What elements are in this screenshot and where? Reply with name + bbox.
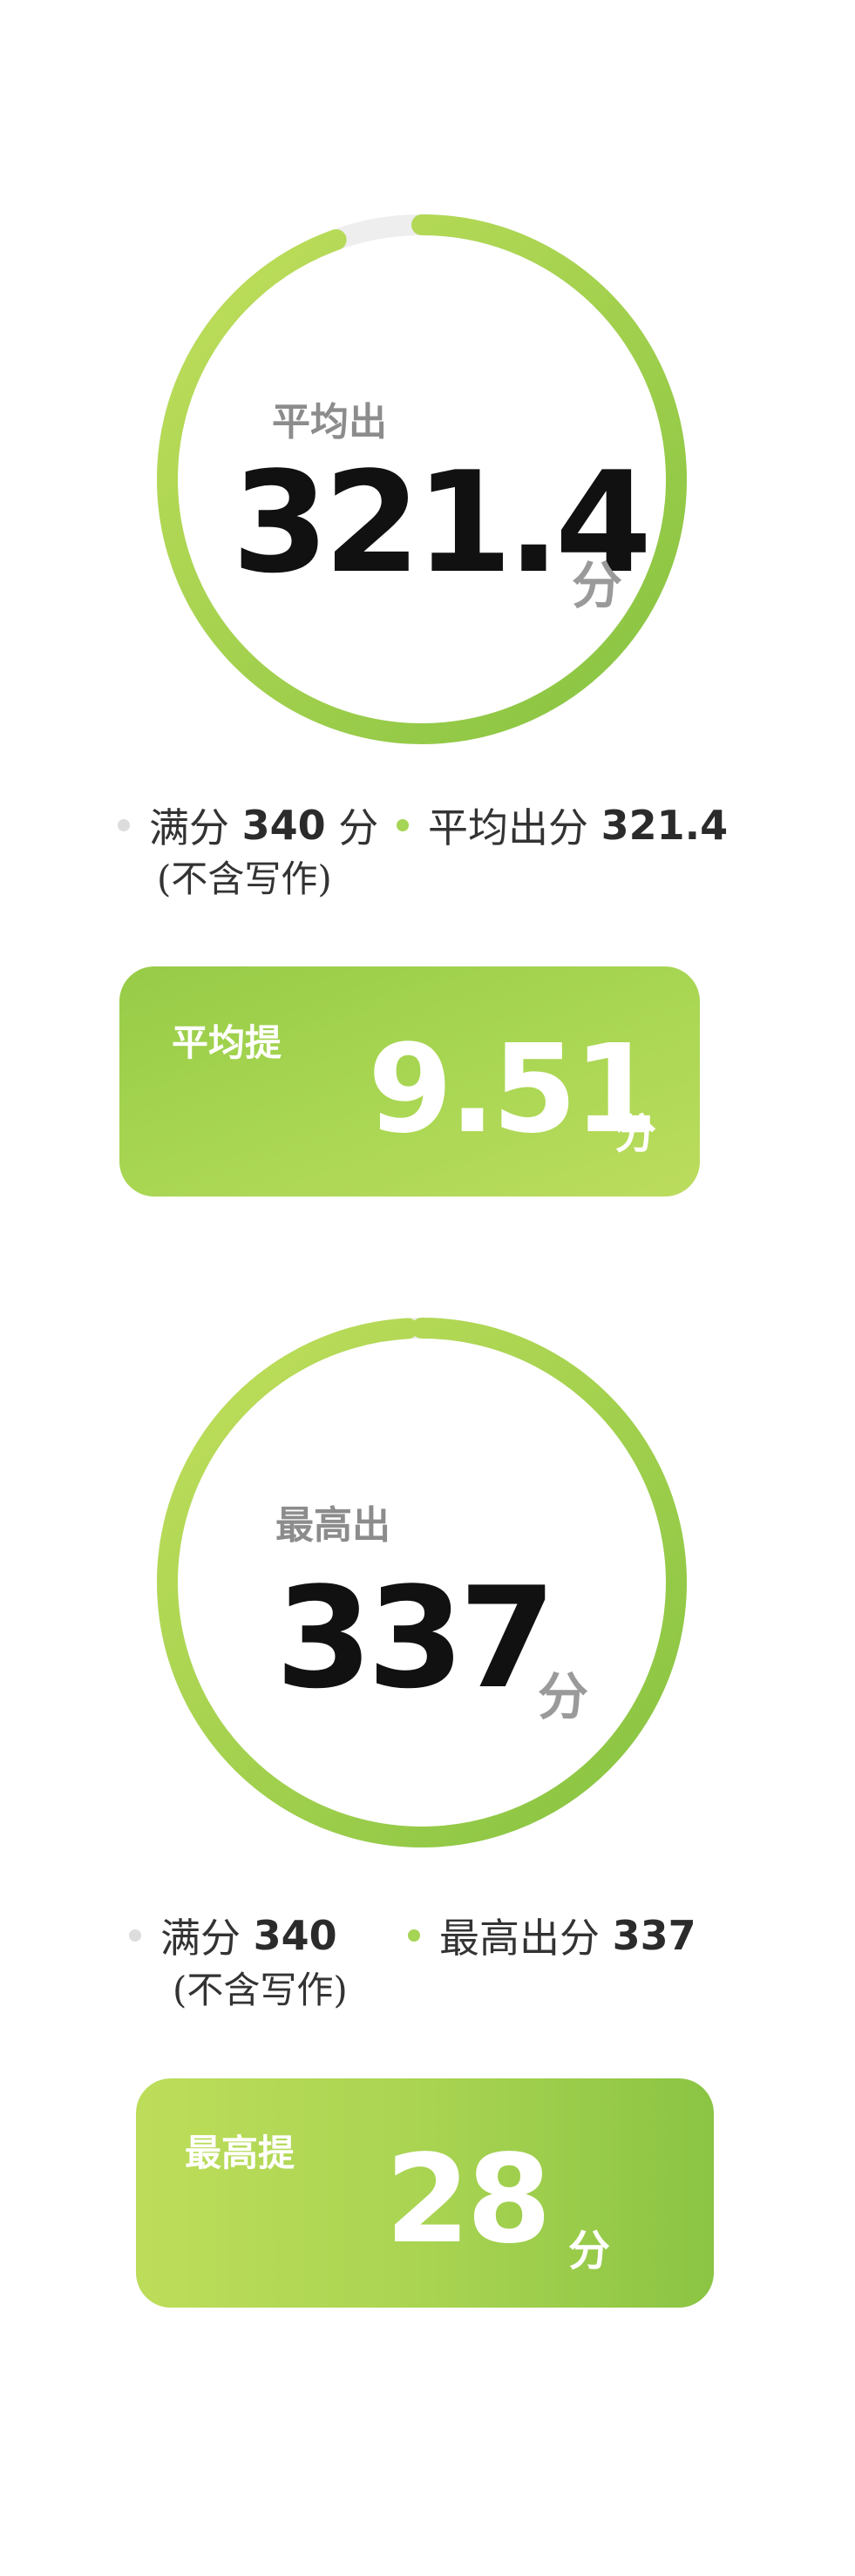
- avg-legend-full-value: 340: [241, 802, 326, 849]
- max-legend-full-prefix: 满分: [160, 1915, 241, 1962]
- max-card-label: 最高提: [185, 2132, 295, 2174]
- max-legend-full-note: (不含写作): [173, 1969, 348, 2011]
- avg-ring-unit: 分: [572, 556, 623, 615]
- avg-legend-full-suffix: 分: [338, 804, 379, 851]
- avg-legend-full-note: (不含写作): [157, 858, 332, 900]
- avg-legend-score-prefix: 平均出分: [428, 804, 588, 851]
- score-dot: [408, 1929, 420, 1942]
- max-ring-label: 最高出: [275, 1503, 390, 1548]
- avg-legend-full-prefix: 满分: [149, 804, 229, 851]
- avg-legend-full: 满分 340 分: [118, 797, 378, 854]
- avg-improvement-card: 平均提 9.51 分: [119, 966, 700, 1196]
- avg-card-unit: 分: [614, 1109, 657, 1158]
- avg-legend-score-value: 321.4: [601, 802, 729, 849]
- avg-card-label: 平均提: [172, 1021, 282, 1064]
- max-ring-value: 337: [275, 1556, 556, 1719]
- max-improvement-card: 最高提 28 分: [136, 2078, 714, 2308]
- score-dot: [397, 819, 409, 831]
- max-legend-full: 满分 340: [129, 1907, 337, 1964]
- max-legend-score-value: 337: [612, 1912, 696, 1959]
- avg-card-value: 9.51: [368, 1019, 658, 1161]
- full-score-dot: [129, 1929, 141, 1942]
- max-card-unit: 分: [568, 2227, 611, 2275]
- max-ring-unit: 分: [538, 1667, 589, 1726]
- avg-legend-score: 平均出分 321.4: [397, 797, 728, 854]
- max-legend-score: 最高出分 337: [408, 1907, 696, 1964]
- max-card-value: 28: [385, 2129, 552, 2271]
- max-legend-score-prefix: 最高出分: [439, 1915, 600, 1962]
- full-score-dot: [118, 819, 130, 831]
- avg-ring-label: 平均出: [272, 400, 387, 444]
- max-legend-full-value: 340: [253, 1912, 337, 1959]
